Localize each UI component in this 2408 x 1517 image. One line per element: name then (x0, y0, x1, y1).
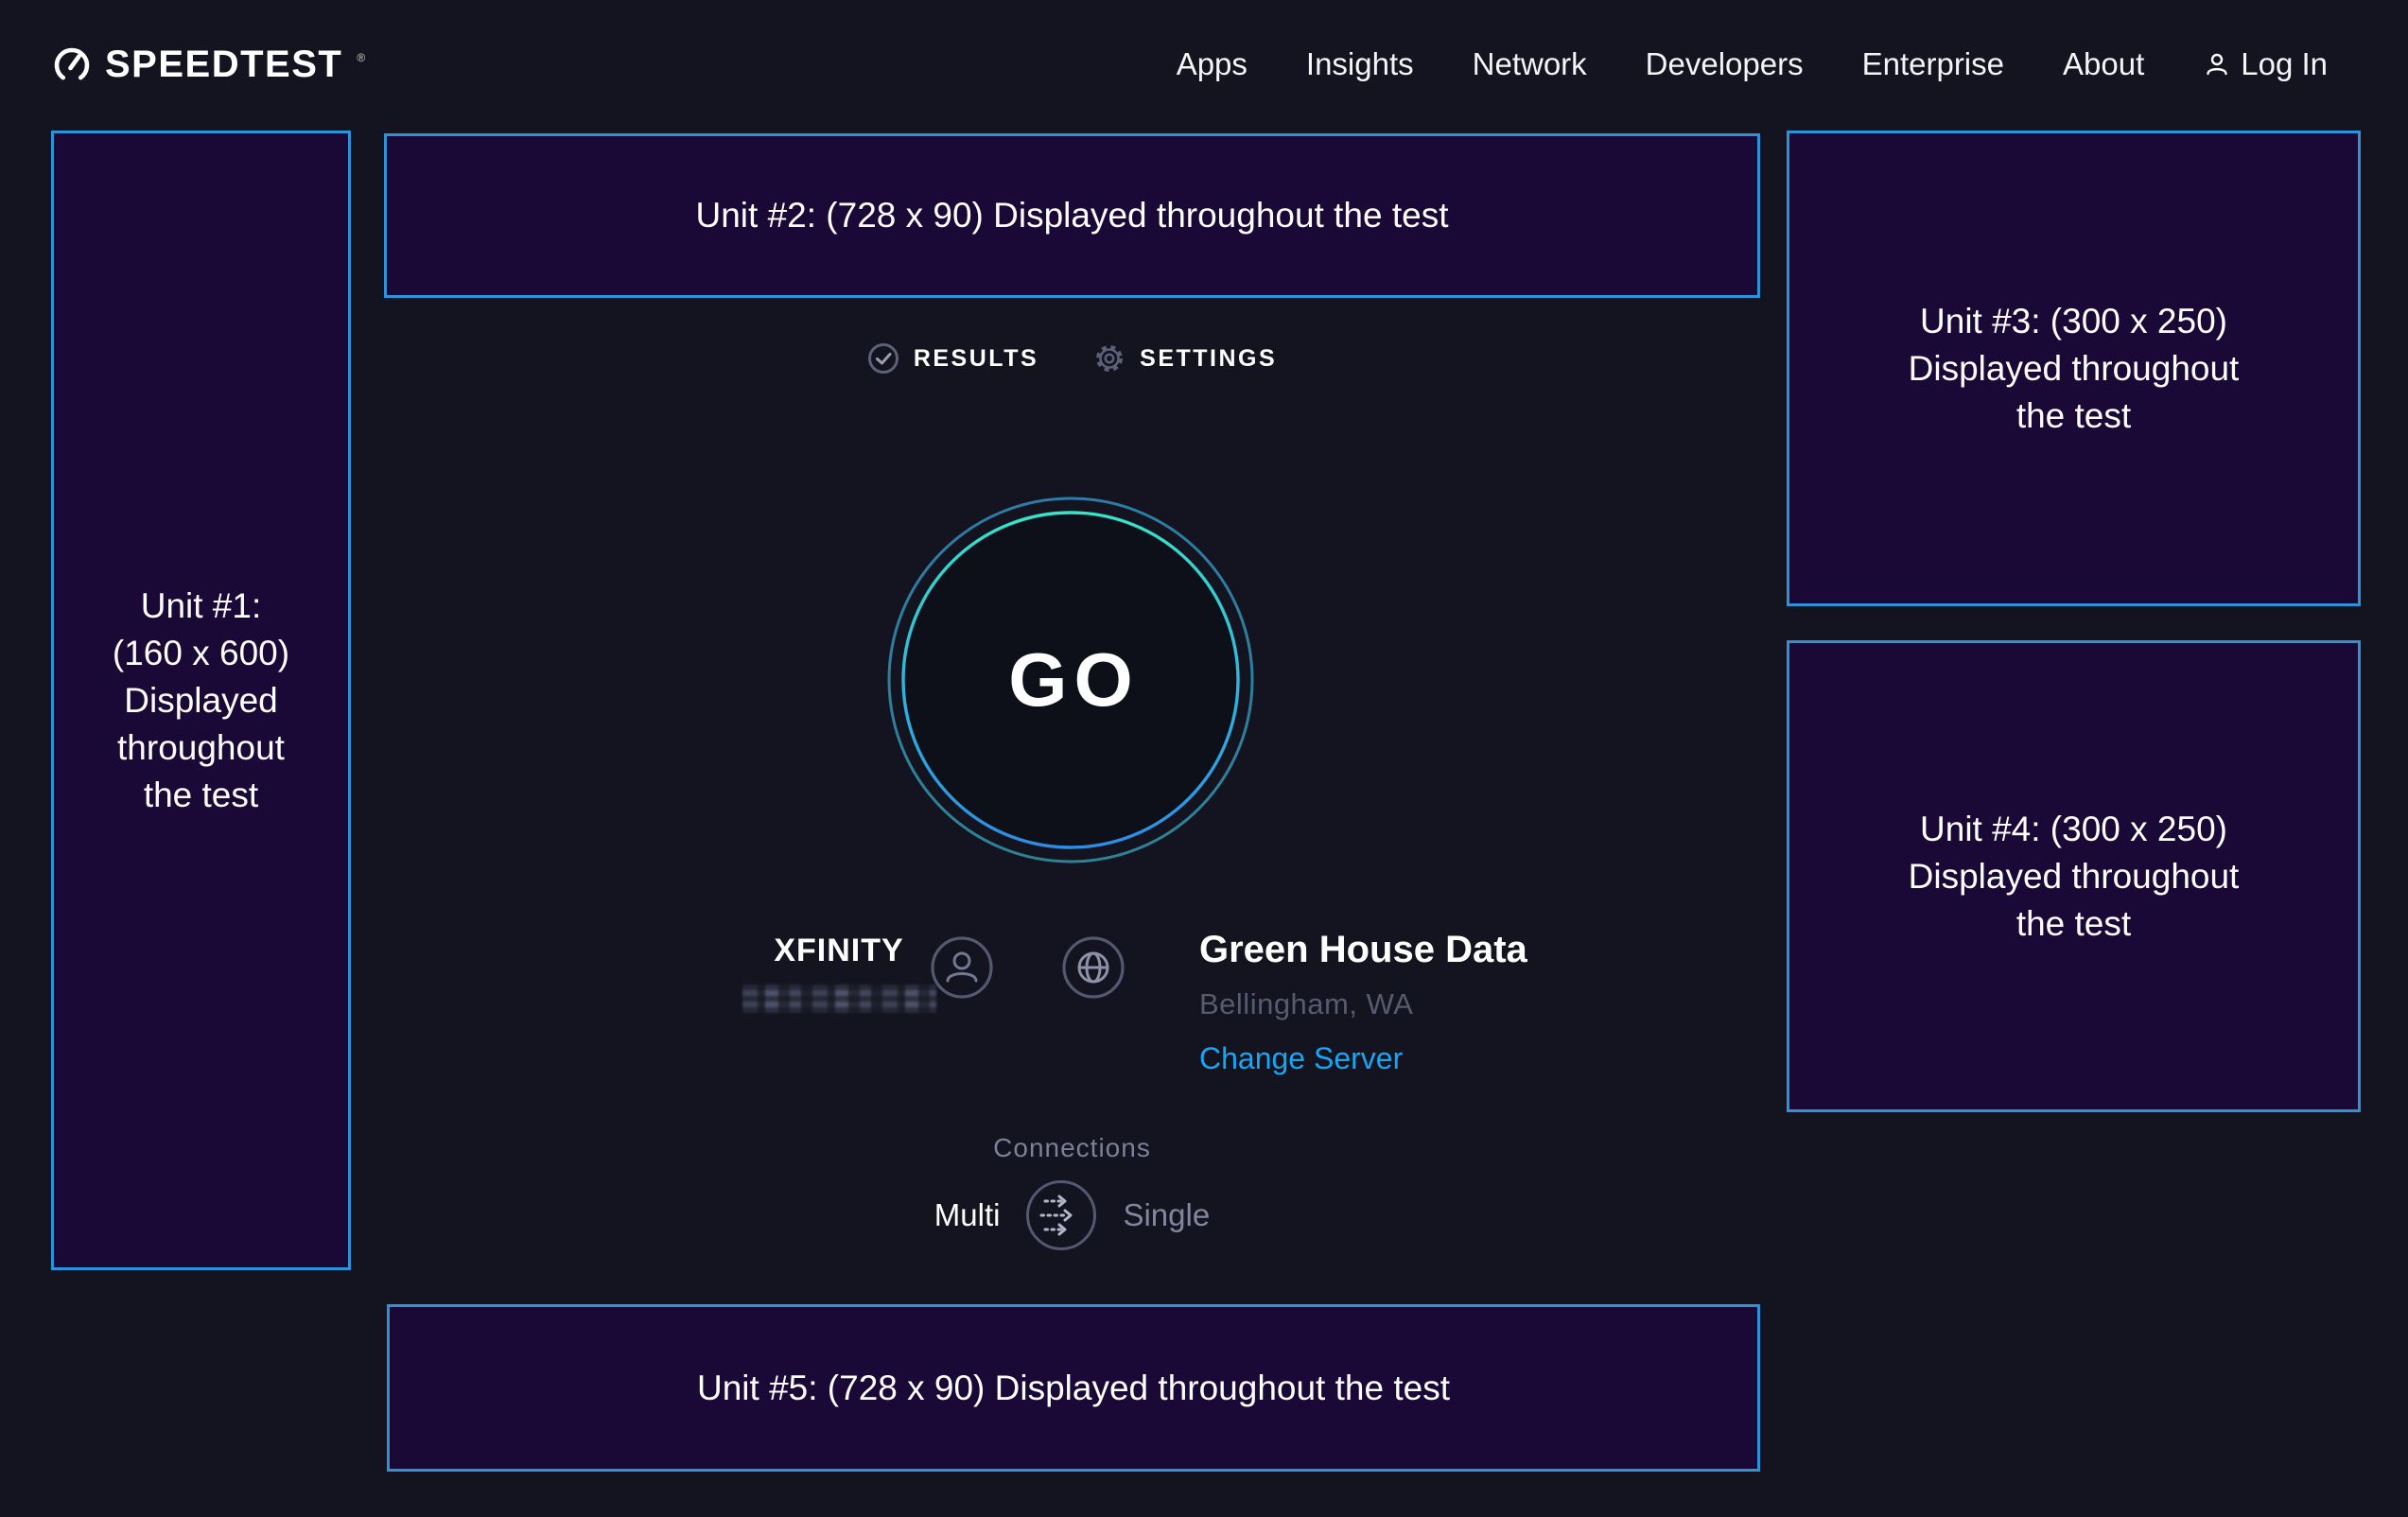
connections-toggle[interactable] (1024, 1178, 1098, 1252)
speedometer-icon (51, 44, 93, 85)
go-button[interactable]: GO (886, 496, 1255, 864)
ad-unit-2-text: Unit #2: (728 x 90) Displayed throughout… (696, 192, 1449, 239)
connections-section: Connections Multi Single (384, 1133, 1760, 1252)
view-tabs: RESULTS SETTINGS (384, 342, 1760, 375)
ad-unit-1-text: Unit #1: (160 x 600) Displayed throughou… (113, 583, 289, 819)
ad-unit-4-text: Unit #4: (300 x 250) Displayed throughou… (1909, 806, 2240, 948)
speedtest-logo[interactable]: SPEEDTEST ® (51, 44, 365, 86)
settings-label: SETTINGS (1140, 345, 1277, 373)
change-server-link[interactable]: Change Server (1199, 1041, 1527, 1076)
trademark-mark: ® (357, 51, 365, 64)
server-block: Green House Data Bellingham, WA Change S… (1199, 929, 1527, 1076)
isp-name: XFINITY (735, 933, 943, 969)
nav-item-insights[interactable]: Insights (1306, 46, 1414, 82)
ad-unit-3-text: Unit #3: (300 x 250) Displayed throughou… (1909, 298, 2240, 440)
login-button[interactable]: Log In (2203, 46, 2328, 82)
header: SPEEDTEST ® Apps Insights Network Develo… (0, 0, 2408, 129)
check-circle-icon (867, 342, 899, 375)
nav-item-enterprise[interactable]: Enterprise (1862, 46, 2004, 82)
redacted-ip (742, 985, 936, 1013)
nav-item-developers[interactable]: Developers (1646, 46, 1804, 82)
gear-icon (1093, 342, 1125, 375)
login-label: Log In (2241, 46, 2328, 82)
ad-unit-3[interactable]: Unit #3: (300 x 250) Displayed throughou… (1787, 131, 2361, 606)
user-circle-icon (930, 935, 994, 1000)
server-name: Green House Data (1199, 929, 1527, 971)
ad-unit-5-text: Unit #5: (728 x 90) Displayed throughout… (697, 1365, 1450, 1412)
results-tab[interactable]: RESULTS (867, 342, 1038, 375)
server-location: Bellingham, WA (1199, 987, 1527, 1021)
connections-title: Connections (384, 1133, 1760, 1163)
go-label: GO (886, 496, 1255, 864)
settings-tab[interactable]: SETTINGS (1093, 342, 1277, 375)
nav-item-apps[interactable]: Apps (1177, 46, 1248, 82)
ad-unit-1[interactable]: Unit #1: (160 x 600) Displayed throughou… (51, 131, 351, 1270)
speedtest-page: SPEEDTEST ® Apps Insights Network Develo… (0, 0, 2408, 1517)
nav-item-network[interactable]: Network (1473, 46, 1587, 82)
ad-unit-2[interactable]: Unit #2: (728 x 90) Displayed throughout… (384, 133, 1760, 298)
logo-text: SPEEDTEST (105, 44, 342, 86)
nav-item-about[interactable]: About (2063, 46, 2144, 82)
results-label: RESULTS (914, 345, 1038, 373)
globe-circle-icon (1061, 935, 1125, 1000)
ad-unit-4[interactable]: Unit #4: (300 x 250) Displayed throughou… (1787, 640, 2361, 1112)
connections-row: Multi Single (384, 1178, 1760, 1252)
user-icon (2203, 50, 2231, 78)
ad-unit-5[interactable]: Unit #5: (728 x 90) Displayed throughout… (387, 1304, 1760, 1472)
multi-label[interactable]: Multi (934, 1197, 1001, 1233)
isp-block: XFINITY (735, 933, 943, 1013)
single-label[interactable]: Single (1123, 1197, 1210, 1233)
main-nav: Apps Insights Network Developers Enterpr… (1177, 46, 2328, 82)
